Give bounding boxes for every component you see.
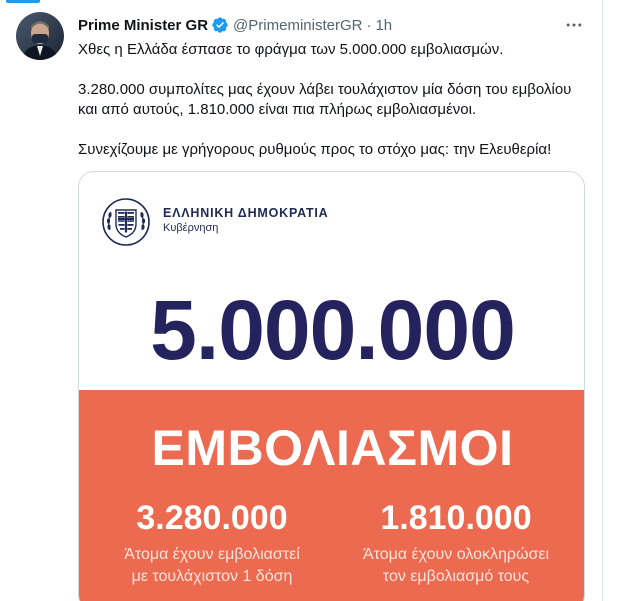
tweet-frame: Prime Minister GR @PrimeministerGR · 1h …	[0, 0, 630, 601]
more-options-icon[interactable]	[562, 14, 586, 36]
stat-label-line: με τουλάχιστον 1 δόση	[131, 568, 293, 585]
stat-label-line: Άτομα έχουν εμβολιαστεί	[124, 546, 300, 563]
tweet-timestamp[interactable]: 1h	[375, 17, 392, 34]
avatar-photo	[16, 12, 64, 60]
stat-label-line: τον εμβολιασμό τους	[382, 568, 530, 585]
stat-value: 1.810.000	[380, 499, 532, 537]
government-title: ΕΛΛΗΝΙΚΗ ΔΗΜΟΚΡΑΤΙΑ	[163, 206, 329, 220]
stat-label: Άτομα έχουν εμβολιαστεί με τουλάχιστον 1…	[97, 544, 327, 588]
milestone-number: 5.000.000	[150, 283, 516, 377]
tweet[interactable]: Prime Minister GR @PrimeministerGR · 1h …	[0, 0, 602, 601]
author-handle[interactable]: @PrimeministerGR	[233, 17, 362, 34]
stat-label: Άτομα έχουν ολοκληρώσει τον εμβολιασμό τ…	[341, 544, 571, 588]
author-name[interactable]: Prime Minister GR	[78, 17, 208, 34]
tweet-header: Prime Minister GR @PrimeministerGR · 1h	[78, 14, 392, 36]
timeline-border	[602, 0, 603, 601]
tweet-paragraph: 3.280.000 συμπολίτες μας έχουν λάβει του…	[78, 81, 572, 118]
tweet-paragraph: Χθες η Ελλάδα έσπασε το φράγμα των 5.000…	[78, 41, 504, 58]
greek-coat-of-arms-icon	[101, 197, 151, 247]
header-separator: ·	[366, 16, 372, 34]
stat-value: 3.280.000	[136, 499, 288, 537]
vaccinations-title: ΕΜΒΟΛΙΑΣΜΟΙ	[151, 420, 514, 476]
tweet-media-image[interactable]: ΕΛΛΗΝΙΚΗ ΔΗΜΟΚΡΑΤΙΑ Κυβέρνηση 5.000.000 …	[78, 171, 585, 601]
tweet-text: Χθες η Ελλάδα έσπασε το φράγμα των 5.000…	[78, 40, 590, 160]
stat-label-line: Άτομα έχουν ολοκληρώσει	[362, 546, 550, 563]
stat-first-dose: 3.280.000 Άτομα έχουν εμβολιαστεί με του…	[97, 498, 327, 588]
media-top-panel: ΕΛΛΗΝΙΚΗ ΔΗΜΟΚΡΑΤΙΑ Κυβέρνηση 5.000.000	[79, 172, 584, 390]
avatar[interactable]	[16, 12, 64, 60]
tweet-paragraph: Συνεχίζουμε με γρήγορους ρυθμούς προς το…	[78, 141, 552, 158]
verified-badge-icon	[211, 16, 229, 34]
media-bottom-panel: ΕΜΒΟΛΙΑΣΜΟΙ 3.280.000 Άτομα έχουν εμβολι…	[79, 390, 584, 601]
stat-fully-vaccinated: 1.810.000 Άτομα έχουν ολοκληρώσει τον εμ…	[341, 498, 571, 588]
government-subtitle: Κυβέρνηση	[163, 222, 219, 234]
